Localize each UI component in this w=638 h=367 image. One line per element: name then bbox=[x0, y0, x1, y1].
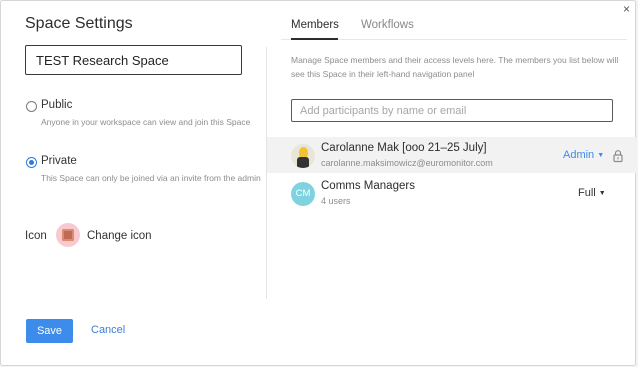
role-dropdown[interactable]: Full ▼ bbox=[578, 187, 606, 199]
public-description: Anyone in your workspace can view and jo… bbox=[41, 117, 251, 127]
member-email: carolanne.maksimowicz@euromonitor.com bbox=[321, 158, 493, 168]
save-button[interactable]: Save bbox=[26, 319, 73, 343]
member-row: Carolanne Mak [ooo 21–25 July] carolanne… bbox=[267, 137, 637, 173]
public-radio[interactable] bbox=[26, 101, 37, 112]
role-dropdown[interactable]: Admin ▼ bbox=[563, 149, 604, 161]
chevron-down-icon: ▼ bbox=[597, 152, 605, 159]
role-label: Admin bbox=[563, 149, 595, 161]
space-name-input[interactable] bbox=[25, 45, 242, 75]
chevron-down-icon: ▼ bbox=[598, 190, 606, 197]
private-label: Private bbox=[41, 155, 77, 167]
private-description: This Space can only be joined via an inv… bbox=[41, 173, 261, 183]
change-icon-link[interactable]: Change icon bbox=[87, 230, 152, 242]
cancel-button[interactable]: Cancel bbox=[91, 324, 125, 336]
space-settings-dialog: × Space Settings Public Anyone in your w… bbox=[0, 0, 637, 366]
tab-members[interactable]: Members bbox=[291, 19, 339, 31]
close-icon[interactable]: × bbox=[623, 3, 630, 15]
member-name: Comms Managers bbox=[321, 180, 415, 192]
active-tab-indicator bbox=[291, 38, 338, 40]
role-label: Full bbox=[578, 187, 596, 199]
space-icon-preview[interactable] bbox=[56, 223, 80, 247]
dialog-title: Space Settings bbox=[25, 15, 133, 32]
lock-icon bbox=[613, 150, 623, 163]
tab-workflows[interactable]: Workflows bbox=[361, 19, 414, 31]
member-count: 4 users bbox=[321, 196, 351, 206]
add-participants-input[interactable] bbox=[291, 99, 613, 122]
pane-divider bbox=[266, 47, 267, 299]
members-info-text: Manage Space members and their access le… bbox=[291, 55, 619, 79]
public-label: Public bbox=[41, 99, 73, 111]
member-row: CM Comms Managers 4 users Full ▼ bbox=[267, 175, 637, 211]
member-name: Carolanne Mak [ooo 21–25 July] bbox=[321, 142, 487, 154]
private-radio[interactable] bbox=[26, 157, 37, 168]
avatar bbox=[291, 144, 315, 168]
icon-label: Icon bbox=[25, 230, 47, 242]
avatar: CM bbox=[291, 182, 315, 206]
